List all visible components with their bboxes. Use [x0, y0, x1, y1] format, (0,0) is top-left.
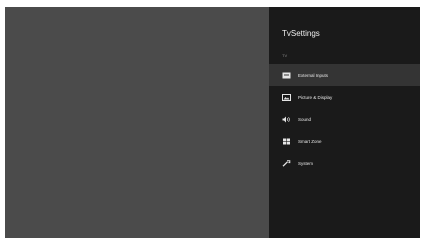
- menu-item-label: Sound: [298, 116, 312, 122]
- menu-item-external-inputs[interactable]: External Inputs: [269, 64, 420, 86]
- input-icon: [282, 72, 291, 79]
- menu-item-label: Smart Zone: [298, 138, 322, 144]
- menu-item-label: Picture & Display: [298, 94, 333, 100]
- wrench-icon: [282, 159, 291, 167]
- grid-icon: [282, 138, 291, 145]
- menu-item-label: External Inputs: [298, 72, 329, 78]
- speaker-icon: [282, 116, 291, 123]
- menu-item-label: System: [298, 160, 314, 166]
- menu-item-smart-zone[interactable]: Smart Zone: [269, 130, 420, 152]
- tv-screen: TvSettings TV External Inputs Picture & …: [5, 7, 420, 238]
- panel-title: TvSettings: [282, 29, 320, 38]
- menu-item-sound[interactable]: Sound: [269, 108, 420, 130]
- menu-item-picture-display[interactable]: Picture & Display: [269, 86, 420, 108]
- panel-subtitle: TV: [282, 53, 288, 58]
- picture-icon: [282, 93, 291, 101]
- settings-panel: TvSettings TV External Inputs Picture & …: [269, 7, 420, 238]
- dimmed-background: [5, 7, 269, 238]
- settings-menu: External Inputs Picture & Display Sound …: [269, 64, 420, 174]
- menu-item-system[interactable]: System: [269, 152, 420, 174]
